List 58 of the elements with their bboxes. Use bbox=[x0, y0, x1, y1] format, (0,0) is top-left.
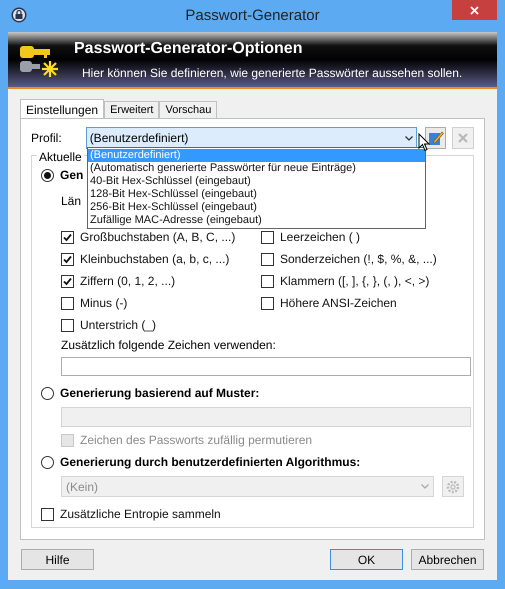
checkbox-label: Unterstrich (_) bbox=[80, 317, 156, 334]
checkbox-label: Kleinbuchstaben (a, b, c, ...) bbox=[80, 251, 230, 268]
profile-dropdown[interactable]: (Benutzerdefiniert) bbox=[86, 127, 417, 149]
radio-label: Gen bbox=[60, 167, 84, 184]
dialog-button[interactable]: OK bbox=[330, 549, 403, 570]
chevron-down-icon bbox=[421, 484, 430, 489]
checkbox-label: Minus (-) bbox=[80, 295, 128, 312]
checkbox-label: Großbuchstaben (A, B, C, ...) bbox=[80, 229, 236, 246]
checkmark-icon bbox=[63, 232, 72, 242]
checkbox[interactable] bbox=[261, 274, 274, 288]
dialog-button[interactable]: Abbrechen bbox=[411, 549, 484, 570]
tab[interactable]: Einstellungen bbox=[20, 99, 104, 119]
checkmark-icon bbox=[63, 254, 72, 264]
checkbox-label: Zusätzliche Entropie sammeln bbox=[60, 506, 221, 523]
dropdown-option[interactable]: (Automatisch generierte Passwörter für neue Einträge) bbox=[88, 162, 425, 175]
banner-subtitle: Hier können Sie definieren, wie generierte Passwörter aussehen sollen. bbox=[82, 65, 462, 82]
dropdown-option[interactable]: 40-Bit Hex-Schlüssel (eingebaut) bbox=[88, 175, 425, 188]
close-icon bbox=[470, 6, 479, 14]
checkbox[interactable] bbox=[61, 252, 74, 266]
checkbox-label: Ziffern (0, 1, 2, ...) bbox=[80, 273, 176, 290]
checkbox-label: Sonderzeichen (!, $, %, &, ...) bbox=[280, 251, 437, 268]
tab[interactable]: Vorschau bbox=[159, 101, 218, 118]
radio-label: Generierung basierend auf Muster: bbox=[60, 385, 260, 402]
dropdown-option[interactable]: 256-Bit Hex-Schlüssel (eingebaut) bbox=[88, 201, 425, 214]
checkbox[interactable] bbox=[61, 296, 74, 310]
edit-profile-button[interactable] bbox=[424, 127, 446, 149]
radio-button[interactable] bbox=[41, 386, 54, 400]
close-button[interactable] bbox=[452, 0, 497, 20]
pencil-icon bbox=[428, 130, 444, 146]
banner-title: Passwort-Generator-Optionen bbox=[74, 39, 304, 59]
checkbox-label: Leerzeichen ( ) bbox=[280, 229, 360, 246]
checkbox[interactable] bbox=[61, 274, 74, 288]
extra-chars-label: Zusätzlich folgende Zeichen verwenden: bbox=[61, 337, 277, 354]
checkbox[interactable] bbox=[61, 230, 74, 244]
checkmark-icon bbox=[63, 276, 72, 286]
padlock-icon bbox=[11, 7, 27, 23]
checkbox[interactable] bbox=[41, 508, 54, 520]
checkbox-label: Klammern ([, ], {, }, (, ), <, >) bbox=[280, 273, 430, 290]
dialog-button[interactable]: Hilfe bbox=[21, 549, 94, 570]
window-title: Passwort-Generator bbox=[185, 6, 320, 26]
dropdown-option[interactable]: 128-Bit Hex-Schlüssel (eingebaut) bbox=[88, 188, 425, 201]
chevron-down-icon bbox=[404, 136, 413, 140]
checkbox-label: Zeichen des Passworts zufällig permutieren bbox=[80, 432, 312, 449]
checkbox[interactable] bbox=[261, 296, 274, 310]
checkbox[interactable] bbox=[261, 252, 274, 266]
radio-label: Generierung durch benutzerdefinierten Algorithmus: bbox=[60, 454, 360, 471]
pattern-field[interactable] bbox=[61, 407, 471, 427]
close-icon bbox=[458, 133, 468, 143]
checkbox-label: Höhere ANSI-Zeichen bbox=[280, 295, 397, 312]
radio-button[interactable] bbox=[41, 168, 54, 182]
checkbox[interactable] bbox=[261, 230, 274, 244]
dropdown-option[interactable]: Zufällige MAC-Adresse (eingebaut) bbox=[88, 214, 425, 227]
checkbox[interactable] bbox=[61, 318, 74, 332]
profile-label: Profil: bbox=[31, 130, 63, 147]
gear-icon bbox=[446, 480, 460, 494]
length-label: Län bbox=[61, 193, 82, 208]
tab[interactable]: Erweitert bbox=[104, 101, 160, 118]
extra-chars-field[interactable] bbox=[61, 357, 471, 376]
